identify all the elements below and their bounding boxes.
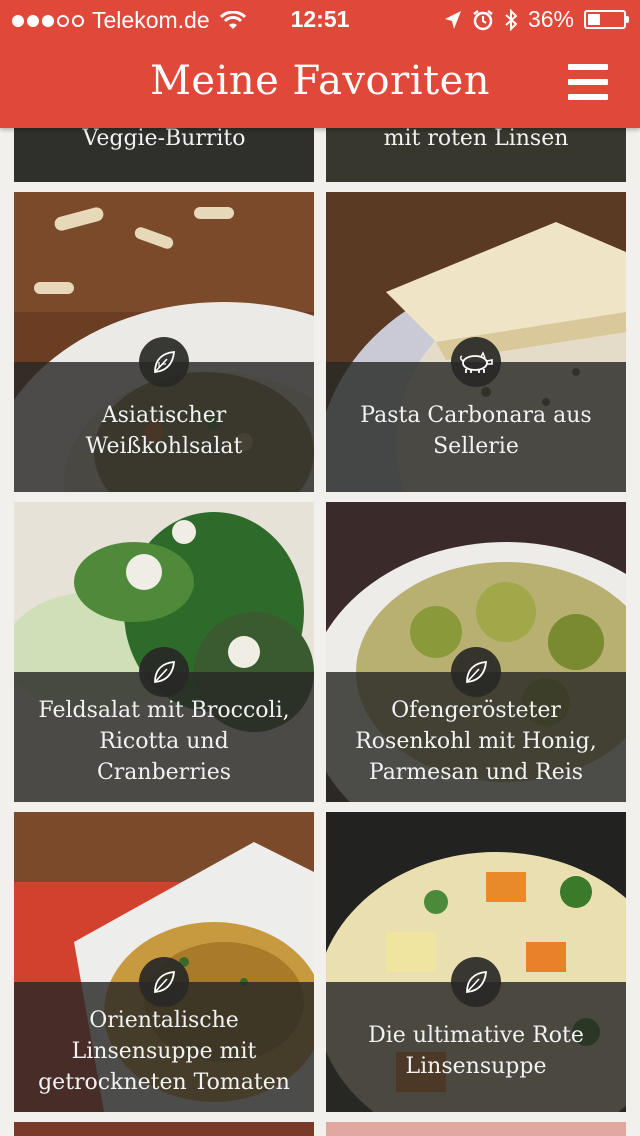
recipe-card-partial[interactable] xyxy=(326,1122,626,1136)
bluetooth-icon xyxy=(505,8,518,31)
recipe-card[interactable]: Orientalische Linsensuppe mit getrocknet… xyxy=(14,812,314,1112)
recipe-card-partial[interactable]: mit roten Linsen xyxy=(326,128,626,182)
recipe-card-partial[interactable]: Veggie-Burrito xyxy=(14,128,314,182)
status-bar: Telekom.de 12:51 36% xyxy=(0,0,640,40)
recipe-card[interactable]: Feldsalat mit Broccoli, Ricotta und Cran… xyxy=(14,502,314,802)
app-header: Telekom.de 12:51 36% Meine Favoriten xyxy=(0,0,640,128)
recipe-title: Veggie-Burrito xyxy=(82,128,246,151)
leaf-icon xyxy=(139,647,189,697)
leaf-icon xyxy=(451,647,501,697)
hamburger-menu-icon[interactable] xyxy=(568,64,608,100)
page-title: Meine Favoriten xyxy=(149,58,491,104)
battery-level xyxy=(588,14,600,25)
leaf-icon xyxy=(139,957,189,1007)
recipe-card-partial[interactable] xyxy=(14,1122,314,1136)
pig-icon xyxy=(451,337,501,387)
location-arrow-icon xyxy=(444,10,461,29)
recipe-title: Pasta Carbonara aus Sellerie xyxy=(360,403,592,459)
recipe-title: Die ultimative Rote Linsensuppe xyxy=(368,1023,584,1079)
recipe-title: Asiatischer Weißkohlsalat xyxy=(85,403,243,459)
recipe-card[interactable]: Pasta Carbonara aus Sellerie xyxy=(326,192,626,492)
recipe-title: Orientalische Linsensuppe mit getrocknet… xyxy=(38,1007,290,1095)
recipe-card[interactable]: Ofengerösteter Rosenkohl mit Honig, Parm… xyxy=(326,502,626,802)
recipe-title: Feldsalat mit Broccoli, Ricotta und Cran… xyxy=(38,697,290,785)
alarm-icon xyxy=(473,9,493,30)
leaf-icon xyxy=(451,957,501,1007)
recipe-card[interactable]: Asiatischer Weißkohlsalat xyxy=(14,192,314,492)
leaf-icon xyxy=(139,337,189,387)
battery-icon xyxy=(584,10,629,29)
recipe-title: Ofengerösteter Rosenkohl mit Honig, Parm… xyxy=(355,697,597,785)
battery-percentage: 36% xyxy=(527,6,574,32)
favorites-grid: Veggie-Burrito mit roten Linsen Asiatisc… xyxy=(0,0,640,1136)
recipe-title: mit roten Linsen xyxy=(383,128,569,151)
recipe-card[interactable]: Die ultimative Rote Linsensuppe xyxy=(326,812,626,1112)
